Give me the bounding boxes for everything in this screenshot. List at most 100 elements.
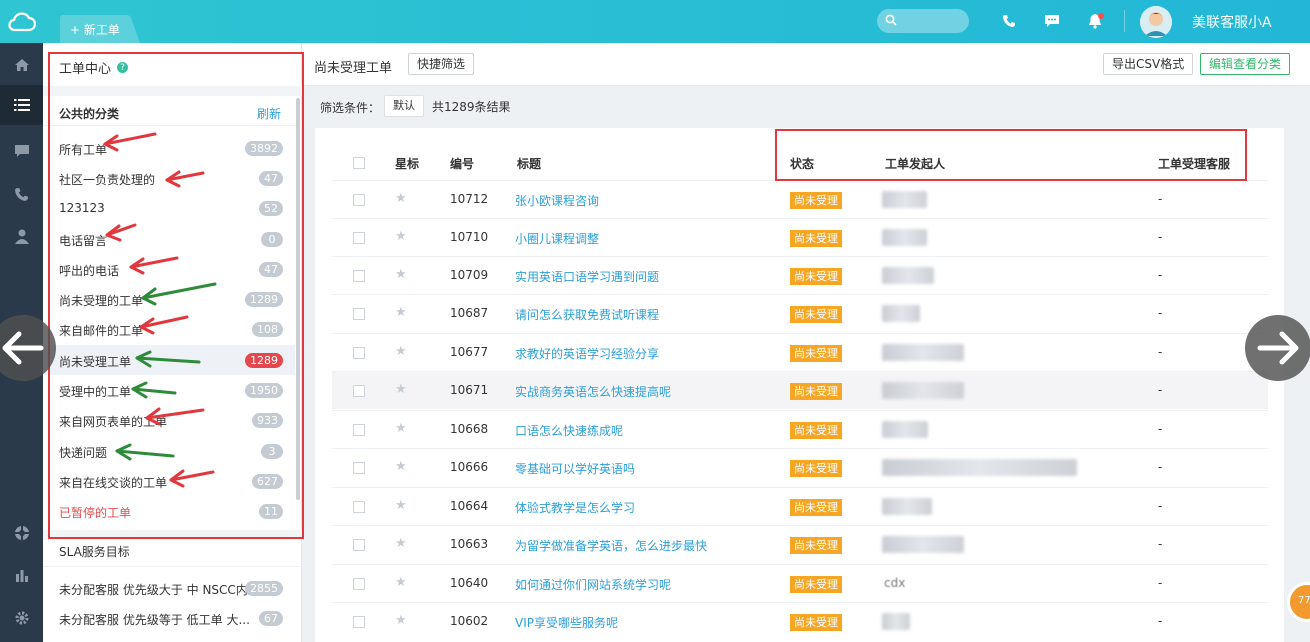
table-row[interactable]: ★ 10663 为留学做准备学英语，怎么进步最快 尚未受理 - — [332, 525, 1268, 563]
divider — [43, 125, 302, 126]
cloud-logo-icon[interactable] — [0, 0, 43, 43]
sidebar-item-paused[interactable]: 已暂停的工单 11 — [43, 496, 295, 526]
table-row[interactable]: ★ 10666 零基础可以学好英语吗 尚未受理 - — [332, 448, 1268, 486]
row-checkbox[interactable] — [353, 501, 365, 513]
statistics-chart-icon[interactable] — [0, 555, 43, 595]
settings-gear-icon[interactable] — [0, 598, 43, 638]
floating-chat-badge[interactable]: 77 — [1287, 582, 1310, 622]
table-row[interactable]: ★ 10602 VIP享受哪些服务呢 尚未受理 - — [332, 602, 1268, 640]
sidebar-item-sla-1[interactable]: 未分配客服 优先级大于 中 NSCC内... 2855 — [43, 573, 295, 603]
ticket-number: 10709 — [450, 268, 489, 282]
export-csv-button[interactable]: 导出CSV格式 — [1103, 53, 1194, 75]
next-page-arrow-icon[interactable] — [1245, 315, 1310, 381]
edit-view-button[interactable]: 编辑查看分类 — [1200, 53, 1291, 75]
table-row[interactable]: ★ 10664 体验式教学是怎么学习 尚未受理 - — [332, 487, 1268, 525]
page-title: 尚未受理工单 — [314, 61, 393, 76]
ticket-title-link[interactable]: 实战商务英语怎么快速提高呢 — [515, 383, 671, 400]
status-badge: 尚未受理 — [790, 230, 842, 247]
row-checkbox[interactable] — [353, 616, 365, 628]
star-icon[interactable]: ★ — [395, 498, 407, 513]
ticket-title-link[interactable]: 求教好的英语学习经验分享 — [515, 345, 659, 362]
assignee-cell: - — [1158, 576, 1163, 590]
star-icon[interactable]: ★ — [395, 575, 407, 590]
table-row[interactable]: ★ 10671 实战商务英语怎么快速提高呢 尚未受理 - — [332, 371, 1268, 409]
star-icon[interactable]: ★ — [395, 459, 407, 474]
row-checkbox[interactable] — [353, 232, 365, 244]
row-checkbox[interactable] — [353, 308, 365, 320]
ticket-title-link[interactable]: 实用英语口语学习遇到问题 — [515, 268, 659, 285]
user-avatar[interactable] — [1140, 6, 1172, 38]
ticket-title-link[interactable]: 零基础可以学好英语吗 — [515, 460, 635, 477]
ticket-title-link[interactable]: 请问怎么获取免费试听课程 — [515, 306, 659, 323]
count-badge: 627 — [252, 474, 283, 489]
row-checkbox[interactable] — [353, 424, 365, 436]
table-row[interactable]: ★ 10687 请问怎么获取免费试听课程 尚未受理 - — [332, 294, 1268, 332]
star-icon[interactable]: ★ — [395, 267, 407, 282]
table-row[interactable]: ★ 10710 小圈儿课程调整 尚未受理 - — [332, 218, 1268, 256]
count-badge: 0 — [261, 232, 283, 247]
ticket-number: 10668 — [450, 422, 489, 436]
phone-icon[interactable] — [999, 11, 1019, 31]
status-badge: 尚未受理 — [790, 537, 842, 554]
select-all-checkbox[interactable] — [353, 157, 365, 169]
assignee-cell: - — [1158, 192, 1163, 206]
chat-icon[interactable] — [1042, 11, 1062, 31]
requester-redacted — [882, 191, 927, 208]
row-checkbox[interactable] — [353, 539, 365, 551]
home-icon[interactable] — [0, 45, 43, 85]
row-checkbox[interactable] — [353, 385, 365, 397]
ticket-title-link[interactable]: 为留学做准备学英语，怎么进步最快 — [515, 537, 707, 554]
new-ticket-tab[interactable]: + 新工单 — [60, 15, 140, 43]
username[interactable]: 美联客服小A — [1192, 12, 1272, 32]
ticket-title-link[interactable]: 体验式教学是怎么学习 — [515, 499, 635, 516]
ticket-title-link[interactable]: 张小欧课程咨询 — [515, 192, 599, 209]
refresh-link[interactable]: 刷新 — [257, 105, 281, 122]
ticket-title-link[interactable]: 小圈儿课程调整 — [515, 230, 599, 247]
table-row[interactable]: ★ 10640 如何通过你们网站系统学习呢 尚未受理 cdx - — [332, 564, 1268, 602]
star-icon[interactable]: ★ — [395, 191, 407, 206]
ticket-title-link[interactable]: 如何通过你们网站系统学习呢 — [515, 576, 671, 593]
sidebar-item-sla-2[interactable]: 未分配客服 优先级等于 低工单 大... 67 — [43, 603, 295, 633]
star-icon[interactable]: ★ — [395, 536, 407, 551]
star-icon[interactable]: ★ — [395, 344, 407, 359]
help-icon[interactable]: ? — [117, 62, 129, 73]
table-row[interactable]: ★ 10668 口语怎么快速练成呢 尚未受理 - — [332, 410, 1268, 448]
ticket-list-icon[interactable] — [0, 85, 43, 125]
column-header-requester[interactable]: 工单发起人 — [885, 155, 945, 172]
column-header-star[interactable]: 星标 — [395, 155, 419, 172]
assignee-cell: - — [1158, 460, 1163, 474]
ticket-number: 10602 — [450, 614, 489, 628]
table-row[interactable]: ★ 10712 张小欧课程咨询 尚未受理 - — [332, 180, 1268, 218]
star-icon[interactable]: ★ — [395, 613, 407, 628]
table-row[interactable]: ★ 10709 实用英语口语学习遇到问题 尚未受理 - — [332, 256, 1268, 294]
sidebar-scrollbar[interactable] — [296, 98, 300, 500]
user-icon[interactable] — [0, 216, 43, 256]
search-input[interactable] — [877, 9, 969, 33]
requester-redacted — [882, 267, 934, 284]
column-header-status[interactable]: 状态 — [790, 155, 814, 172]
notification-bell-icon[interactable] — [1086, 11, 1106, 31]
ticket-number: 10671 — [450, 383, 489, 397]
table-row[interactable]: ★ 10677 求教好的英语学习经验分享 尚未受理 - — [332, 333, 1268, 371]
column-header-assignee[interactable]: 工单受理客服 — [1158, 155, 1230, 172]
quick-filter-button[interactable]: 快捷筛选 — [408, 53, 475, 75]
phone-icon[interactable] — [0, 174, 43, 214]
row-checkbox[interactable] — [353, 270, 365, 282]
star-icon[interactable]: ★ — [395, 229, 407, 244]
filter-default-button[interactable]: 默认 — [384, 95, 424, 117]
column-header-title[interactable]: 标题 — [517, 155, 541, 172]
ticket-title-link[interactable]: 口语怎么快速练成呢 — [515, 422, 623, 439]
row-checkbox[interactable] — [353, 194, 365, 206]
requester-redacted — [882, 613, 910, 630]
star-icon[interactable]: ★ — [395, 421, 407, 436]
support-lifebuoy-icon[interactable] — [0, 513, 43, 553]
chat-icon[interactable] — [0, 131, 43, 171]
row-checkbox[interactable] — [353, 578, 365, 590]
divider — [43, 86, 302, 96]
ticket-title-link[interactable]: VIP享受哪些服务呢 — [515, 614, 618, 631]
star-icon[interactable]: ★ — [395, 305, 407, 320]
row-checkbox[interactable] — [353, 347, 365, 359]
row-checkbox[interactable] — [353, 462, 365, 474]
star-icon[interactable]: ★ — [395, 382, 407, 397]
column-header-number[interactable]: 编号 — [450, 155, 474, 172]
